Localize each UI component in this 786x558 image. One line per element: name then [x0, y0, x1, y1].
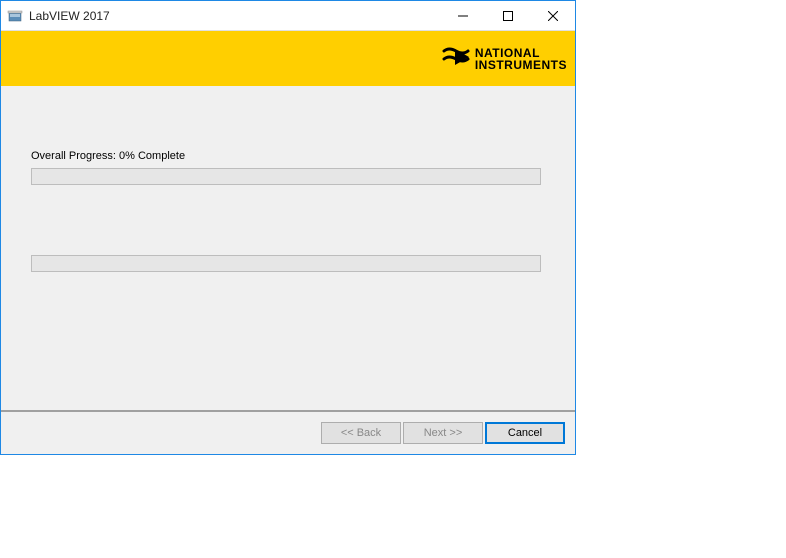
next-button: Next >> [403, 422, 483, 444]
logo-line2: INSTRUMENTS [475, 59, 567, 71]
window-title: LabVIEW 2017 [29, 9, 440, 23]
brand-banner: NATIONAL INSTRUMENTS [1, 31, 575, 86]
titlebar: LabVIEW 2017 [1, 1, 575, 31]
cancel-button[interactable]: Cancel [485, 422, 565, 444]
content-area: Overall Progress: 0% Complete [1, 86, 575, 410]
logo-line1: NATIONAL [475, 47, 567, 59]
overall-progress-label: Overall Progress: 0% Complete [31, 150, 545, 162]
app-icon [7, 8, 23, 24]
footer-button-area: << Back Next >> Cancel [1, 410, 575, 454]
overall-progress-bar [31, 168, 541, 185]
task-progress-bar [31, 255, 541, 272]
minimize-button[interactable] [440, 1, 485, 30]
window-controls [440, 1, 575, 30]
installer-window: LabVIEW 2017 NATIONAL INSTRUMENTS [0, 0, 576, 455]
ni-logo-text: NATIONAL INSTRUMENTS [475, 47, 567, 71]
ni-logo: NATIONAL INSTRUMENTS [441, 45, 567, 73]
maximize-button[interactable] [485, 1, 530, 30]
close-button[interactable] [530, 1, 575, 30]
back-button: << Back [321, 422, 401, 444]
